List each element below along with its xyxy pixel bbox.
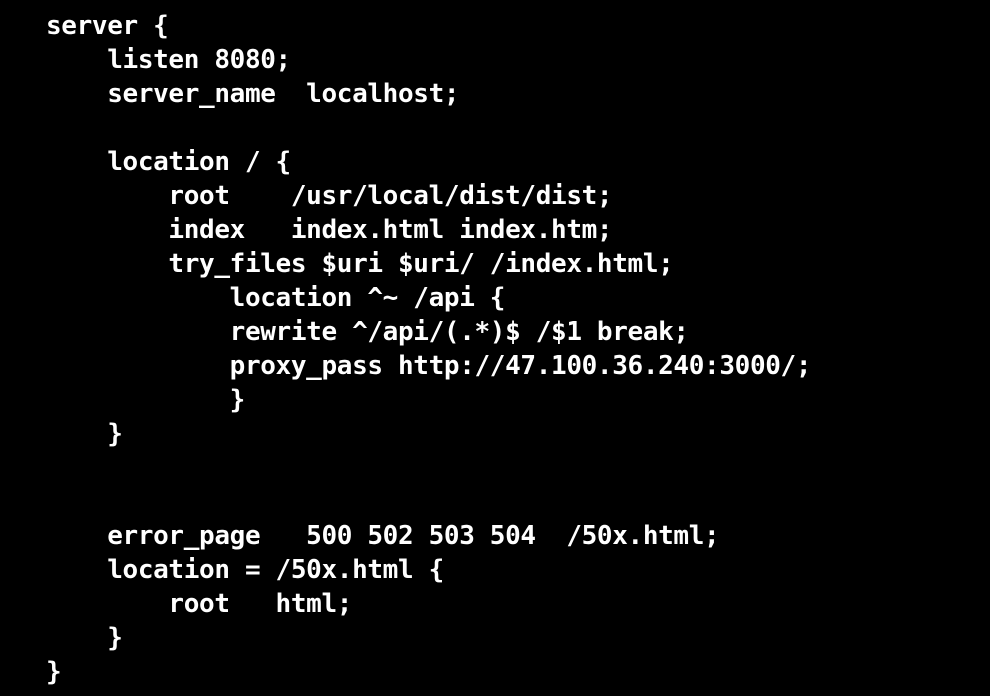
code-screenshot-root: server { listen 8080; server_name localh… [0,0,990,696]
code-line: location ^~ /api { [46,283,506,313]
code-line: } [46,385,246,415]
code-line: } [46,623,123,653]
code-line: } [46,657,62,687]
code-line: location = /50x.html { [46,555,444,585]
code-line: listen 8080; [46,45,291,75]
code-line: location / { [46,147,291,177]
code-line: proxy_pass http://47.100.36.240:3000/; [46,351,812,381]
code-line: error_page 500 502 503 504 /50x.html; [46,521,720,551]
code-line: server_name localhost; [46,79,460,109]
code-line: rewrite ^/api/(.*)$ /$1 break; [46,317,689,347]
code-line: root /usr/local/dist/dist; [46,181,613,211]
code-line: server { [46,11,169,41]
code-line: index index.html index.htm; [46,215,613,245]
code-line: root html; [46,589,353,619]
code-line: try_files $uri $uri/ /index.html; [46,249,674,279]
nginx-config-code[interactable]: server { listen 8080; server_name localh… [46,9,812,689]
code-line: } [46,419,123,449]
